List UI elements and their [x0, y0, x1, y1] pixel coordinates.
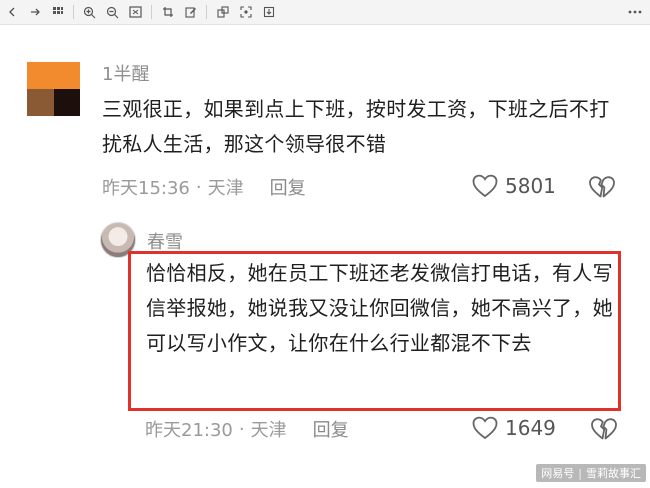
more-icon[interactable]: [628, 0, 642, 24]
comment-time: 昨天15:36: [102, 178, 190, 199]
avatar[interactable]: [27, 62, 80, 116]
comment-username[interactable]: 1半醒: [102, 60, 149, 86]
reply-text: 恰恰相反，她在员工下班还老发微信打电话，有人写信举报她，她说我又没让你回微信，她…: [146, 261, 613, 355]
dislike-icon[interactable]: [590, 416, 618, 442]
toolbar-divider: [151, 5, 152, 19]
avatar-tile: [53, 89, 80, 116]
heart-icon: [472, 416, 498, 440]
zoom-in-icon[interactable]: [78, 0, 101, 24]
comment-text: 三观很正，如果到点上下班，按时发工资，下班之后不打扰私人生活，那这个领导很不错: [102, 97, 610, 156]
dislike-icon[interactable]: [588, 174, 616, 200]
toolbar-divider: [73, 5, 74, 19]
heart-icon: [472, 174, 498, 198]
like-count: 1649: [505, 416, 556, 440]
reply-button[interactable]: 回复: [313, 416, 349, 442]
avatar-tile: [53, 62, 80, 89]
watermark-separator: |: [578, 466, 582, 480]
avatar-tile: [27, 62, 54, 89]
rotate-icon[interactable]: [211, 0, 234, 24]
grid-icon[interactable]: [46, 0, 69, 24]
crop-icon[interactable]: [156, 0, 179, 24]
download-icon[interactable]: [257, 0, 280, 24]
watermark: 网易号 | 雪莉故事汇: [536, 464, 646, 482]
image-viewer-toolbar: [0, 0, 650, 25]
edit-icon[interactable]: [179, 0, 202, 24]
comment-meta: 昨天15:36 · 天津 回复: [102, 174, 306, 200]
back-icon[interactable]: [0, 0, 23, 24]
fit-screen-icon[interactable]: [124, 0, 147, 24]
reply-location: 天津: [250, 420, 287, 441]
watermark-author: 雪莉故事汇: [586, 467, 641, 480]
zoom-out-icon[interactable]: [101, 0, 124, 24]
meta-separator: ·: [195, 176, 202, 198]
avatar-tile: [27, 89, 54, 116]
toolbar-divider: [206, 5, 207, 19]
watermark-source: 网易号: [541, 467, 575, 480]
reply-button[interactable]: 回复: [270, 174, 306, 200]
like-button[interactable]: 1649: [471, 414, 556, 442]
like-count: 5801: [505, 174, 556, 198]
meta-separator: ·: [238, 418, 245, 440]
reply-time: 昨天21:30: [145, 420, 233, 441]
like-button[interactable]: 5801: [471, 172, 556, 200]
scan-icon[interactable]: [234, 0, 257, 24]
forward-icon[interactable]: [23, 0, 46, 24]
reply-meta: 昨天21:30 · 天津 回复: [145, 416, 349, 442]
comment-location: 天津: [207, 178, 244, 199]
